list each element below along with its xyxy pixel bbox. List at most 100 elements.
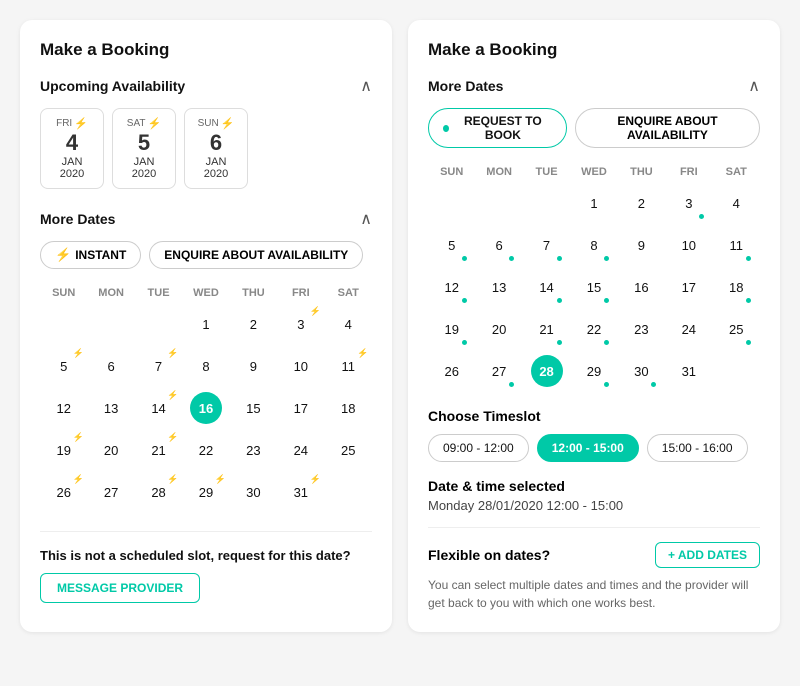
right-more-dates-chevron-icon[interactable]: ∧ [748, 76, 760, 96]
cal-day-21[interactable]: 21⚡ [143, 434, 175, 466]
timeslot-1500-1600[interactable]: 15:00 - 16:00 [647, 434, 748, 462]
avail-card-fri[interactable]: FRI ⚡ 4 JAN2020 [40, 108, 104, 189]
r-cal-day-11[interactable]: 11 [720, 229, 752, 261]
r-cal-day-1[interactable]: 1 [578, 187, 610, 219]
dot-icon-12 [462, 298, 467, 303]
cal-day-25[interactable]: 25 [332, 434, 364, 466]
r-cal-day-29[interactable]: 29 [578, 355, 610, 387]
cal-day-5[interactable]: 5⚡ [48, 350, 80, 382]
cal-day-28[interactable]: 28⚡ [143, 476, 175, 508]
timeslot-1200-1500[interactable]: 12:00 - 15:00 [537, 434, 639, 462]
cal-day-9[interactable]: 9 [237, 350, 269, 382]
cal-day-6[interactable]: 6 [95, 350, 127, 382]
cal-day-1[interactable]: 1 [190, 308, 222, 340]
flexible-section: Flexible on dates? + ADD DATES You can s… [428, 527, 760, 612]
cal-day-22[interactable]: 22 [190, 434, 222, 466]
avail-card-sat[interactable]: SAT ⚡ 5 JAN2020 [112, 108, 176, 189]
cal-day-7[interactable]: 7⚡ [143, 350, 175, 382]
r-cal-day-16[interactable]: 16 [625, 271, 657, 303]
r-cal-day-3[interactable]: 3 [673, 187, 705, 219]
cal-day-23[interactable]: 23 [237, 434, 269, 466]
r-cal-day-25[interactable]: 25 [720, 313, 752, 345]
r-cal-day-20[interactable]: 20 [483, 313, 515, 345]
cal-day-10[interactable]: 10 [285, 350, 317, 382]
r-cal-day-7[interactable]: 7 [531, 229, 563, 261]
bolt-icon-14: ⚡ [167, 390, 178, 401]
r-cal-day-21[interactable]: 21 [531, 313, 563, 345]
bolt-icon-fri: ⚡ [74, 117, 88, 130]
r-cal-day-4[interactable]: 4 [720, 187, 752, 219]
r-cal-day-27[interactable]: 27 [483, 355, 515, 387]
cal-day-26[interactable]: 26⚡ [48, 476, 80, 508]
r-cal-day-8[interactable]: 8 [578, 229, 610, 261]
table-row: 12 13 14 15 16 17 18 [428, 266, 760, 308]
flexible-title: Flexible on dates? [428, 547, 550, 563]
r-cal-day-24[interactable]: 24 [673, 313, 705, 345]
upcoming-section-header: Upcoming Availability ∧ [40, 76, 372, 96]
r-cal-day-23[interactable]: 23 [625, 313, 657, 345]
r-cal-day-14[interactable]: 14 [531, 271, 563, 303]
r-cal-day-15[interactable]: 15 [578, 271, 610, 303]
r-cal-day-28-selected[interactable]: 28 [531, 355, 563, 387]
cal-day-17[interactable]: 17 [285, 392, 317, 424]
avail-card-sun-label: SUN ⚡ [197, 117, 235, 130]
left-btn-row: ⚡ INSTANT ENQUIRE ABOUT AVAILABILITY [40, 241, 372, 269]
cal-day-16-selected[interactable]: 16 [190, 392, 222, 424]
r-cal-day-9[interactable]: 9 [625, 229, 657, 261]
instant-button[interactable]: ⚡ INSTANT [40, 241, 141, 269]
upcoming-chevron-icon[interactable]: ∧ [360, 76, 372, 96]
cal-day-18[interactable]: 18 [332, 392, 364, 424]
right-panel-title: Make a Booking [428, 40, 760, 60]
bolt-icon-5: ⚡ [72, 348, 83, 359]
cal-day-29[interactable]: 29⚡ [190, 476, 222, 508]
r-cal-day-6[interactable]: 6 [483, 229, 515, 261]
left-enquire-button[interactable]: ENQUIRE ABOUT AVAILABILITY [149, 241, 363, 269]
cal-day-12[interactable]: 12 [48, 392, 80, 424]
r-cal-day-22[interactable]: 22 [578, 313, 610, 345]
cal-day-15[interactable]: 15 [237, 392, 269, 424]
cal-day-24[interactable]: 24 [285, 434, 317, 466]
table-row: 12 13 14⚡ 16 15 17 18 [40, 387, 372, 429]
avail-card-sun[interactable]: SUN ⚡ 6 JAN2020 [184, 108, 248, 189]
cal-day-30[interactable]: 30 [237, 476, 269, 508]
r-cal-day-17[interactable]: 17 [673, 271, 705, 303]
r-cal-day-30[interactable]: 30 [625, 355, 657, 387]
r-cal-day-31[interactable]: 31 [673, 355, 705, 387]
r-cal-day-2[interactable]: 2 [625, 187, 657, 219]
r-cal-day-18[interactable]: 18 [720, 271, 752, 303]
cal-day-3[interactable]: 3⚡ [285, 308, 317, 340]
cal-day-31[interactable]: 31⚡ [285, 476, 317, 508]
right-calendar: SUN MON TUE WED THU FRI SAT 1 2 3 4 [428, 162, 760, 392]
r-cal-header-fri: FRI [665, 162, 712, 182]
cal-day-20[interactable]: 20 [95, 434, 127, 466]
r-cal-day-10[interactable]: 10 [673, 229, 705, 261]
cal-day-11[interactable]: 11⚡ [332, 350, 364, 382]
r-cal-day-19[interactable]: 19 [436, 313, 468, 345]
table-row: 26 27 28 29 30 31 [428, 350, 760, 392]
cal-day-14[interactable]: 14⚡ [143, 392, 175, 424]
cal-day-4[interactable]: 4 [332, 308, 364, 340]
avail-card-sat-label: SAT ⚡ [125, 117, 163, 130]
left-panel-title: Make a Booking [40, 40, 372, 60]
r-cal-day-13[interactable]: 13 [483, 271, 515, 303]
dot-icon-5 [462, 256, 467, 261]
request-to-book-button[interactable]: REQUEST TO BOOK [428, 108, 567, 148]
r-cal-day-12[interactable]: 12 [436, 271, 468, 303]
message-provider-button[interactable]: MESSAGE PROVIDER [40, 573, 200, 603]
cal-day-27[interactable]: 27 [95, 476, 127, 508]
add-dates-button[interactable]: + ADD DATES [655, 542, 760, 568]
timeslot-row: 09:00 - 12:00 12:00 - 15:00 15:00 - 16:0… [428, 434, 760, 462]
r-cal-day-26[interactable]: 26 [436, 355, 468, 387]
timeslot-0900-1200[interactable]: 09:00 - 12:00 [428, 434, 529, 462]
r-cal-day-5[interactable]: 5 [436, 229, 468, 261]
right-enquire-button[interactable]: ENQUIRE ABOUT AVAILABILITY [575, 108, 760, 148]
dot-icon-29 [604, 382, 609, 387]
cal-day-8[interactable]: 8 [190, 350, 222, 382]
cal-day-19[interactable]: 19⚡ [48, 434, 80, 466]
cal-day-13[interactable]: 13 [95, 392, 127, 424]
more-dates-chevron-icon[interactable]: ∧ [360, 209, 372, 229]
cal-day-2[interactable]: 2 [237, 308, 269, 340]
dot-icon-18 [746, 298, 751, 303]
more-dates-section-header: More Dates ∧ [40, 209, 372, 229]
not-scheduled-text: This is not a scheduled slot, request fo… [40, 548, 372, 563]
